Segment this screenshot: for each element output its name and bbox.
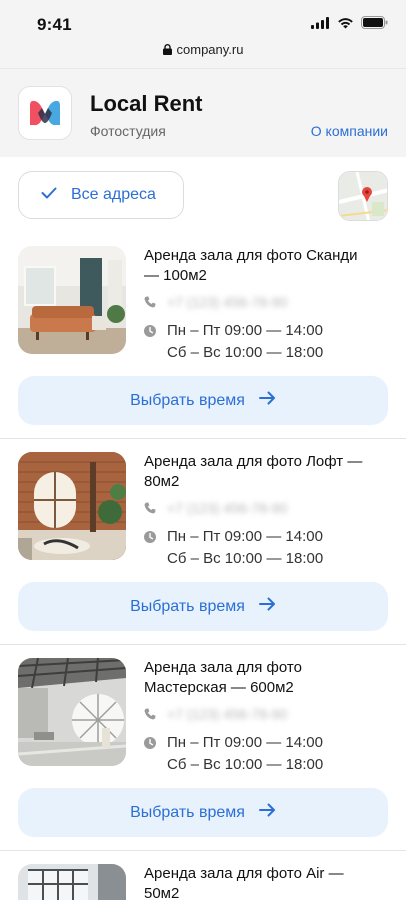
phone-row: +7 (123) 456-78-90 (144, 706, 287, 722)
all-addresses-label: Все адреса (71, 186, 156, 203)
company-logo (18, 86, 72, 140)
arrow-right-icon (258, 391, 276, 410)
hours-weekend: Сб – Вс 10:00 — 18:00 (167, 756, 324, 773)
map-thumbnail (339, 172, 387, 220)
hours-row: Пн – Пт 09:00 — 14:00 (144, 320, 323, 342)
address-bar[interactable]: company.ru (0, 42, 406, 58)
listing-title[interactable]: Аренда зала для фото Air — 50м2 (144, 864, 374, 900)
hours-weekday: Пн – Пт 09:00 — 14:00 (167, 322, 323, 339)
company-category: Фотостудия (90, 123, 166, 139)
hours-weekday: Пн – Пт 09:00 — 14:00 (167, 734, 323, 751)
divider (0, 644, 406, 645)
map-button[interactable] (338, 171, 388, 221)
phone-number[interactable]: +7 (123) 456-78-90 (167, 706, 287, 722)
wifi-icon (337, 16, 354, 34)
phone-number[interactable]: +7 (123) 456-78-90 (167, 500, 287, 516)
choose-time-button[interactable]: Выбрать время (18, 376, 388, 425)
company-header: Local Rent Фотостудия О компании (0, 68, 406, 157)
phone-icon (144, 296, 156, 308)
choose-time-label: Выбрать время (130, 597, 245, 615)
battery-icon (361, 16, 388, 34)
all-addresses-button[interactable]: Все адреса (18, 171, 184, 219)
hours-weekend: Сб – Вс 10:00 — 18:00 (167, 344, 324, 361)
phone-row: +7 (123) 456-78-90 (144, 500, 287, 516)
divider (0, 438, 406, 439)
hours-weekday: Пн – Пт 09:00 — 14:00 (167, 528, 323, 545)
arrow-right-icon (258, 803, 276, 822)
about-company-link[interactable]: О компании (311, 123, 388, 139)
company-name: Local Rent (90, 91, 203, 116)
listing-photo-scandi[interactable] (18, 246, 126, 354)
listing-photo-air[interactable] (18, 864, 126, 900)
clock-icon (144, 531, 156, 543)
listing-photo-loft[interactable] (18, 452, 126, 560)
phone-number[interactable]: +7 (123) 456-78-90 (167, 294, 287, 310)
lock-icon (162, 43, 172, 58)
status-time: 9:41 (37, 15, 72, 34)
phone-icon (144, 502, 156, 514)
system-icons (311, 16, 388, 34)
phone-icon (144, 708, 156, 720)
phone-row: +7 (123) 456-78-90 (144, 294, 287, 310)
signal-icon (311, 16, 330, 34)
status-bar: 9:41 company.ru (0, 0, 406, 68)
hours-row: Пн – Пт 09:00 — 14:00 (144, 732, 323, 754)
choose-time-button[interactable]: Выбрать время (18, 788, 388, 837)
check-icon (41, 186, 57, 204)
choose-time-button[interactable]: Выбрать время (18, 582, 388, 631)
clock-icon (144, 737, 156, 749)
arrow-right-icon (258, 597, 276, 616)
hours-weekend: Сб – Вс 10:00 — 18:00 (167, 550, 324, 567)
divider (0, 850, 406, 851)
hours-row: Пн – Пт 09:00 — 14:00 (144, 526, 323, 548)
listing-title[interactable]: Аренда зала для фото Сканди — 100м2 (144, 246, 374, 286)
listing-photo-workshop[interactable] (18, 658, 126, 766)
clock-icon (144, 325, 156, 337)
listing-title[interactable]: Аренда зала для фото Лофт — 80м2 (144, 452, 374, 492)
choose-time-label: Выбрать время (130, 803, 245, 821)
listing-title[interactable]: Аренда зала для фото Мастерская — 600м2 (144, 658, 374, 698)
choose-time-label: Выбрать время (130, 391, 245, 409)
url-text: company.ru (176, 42, 244, 57)
